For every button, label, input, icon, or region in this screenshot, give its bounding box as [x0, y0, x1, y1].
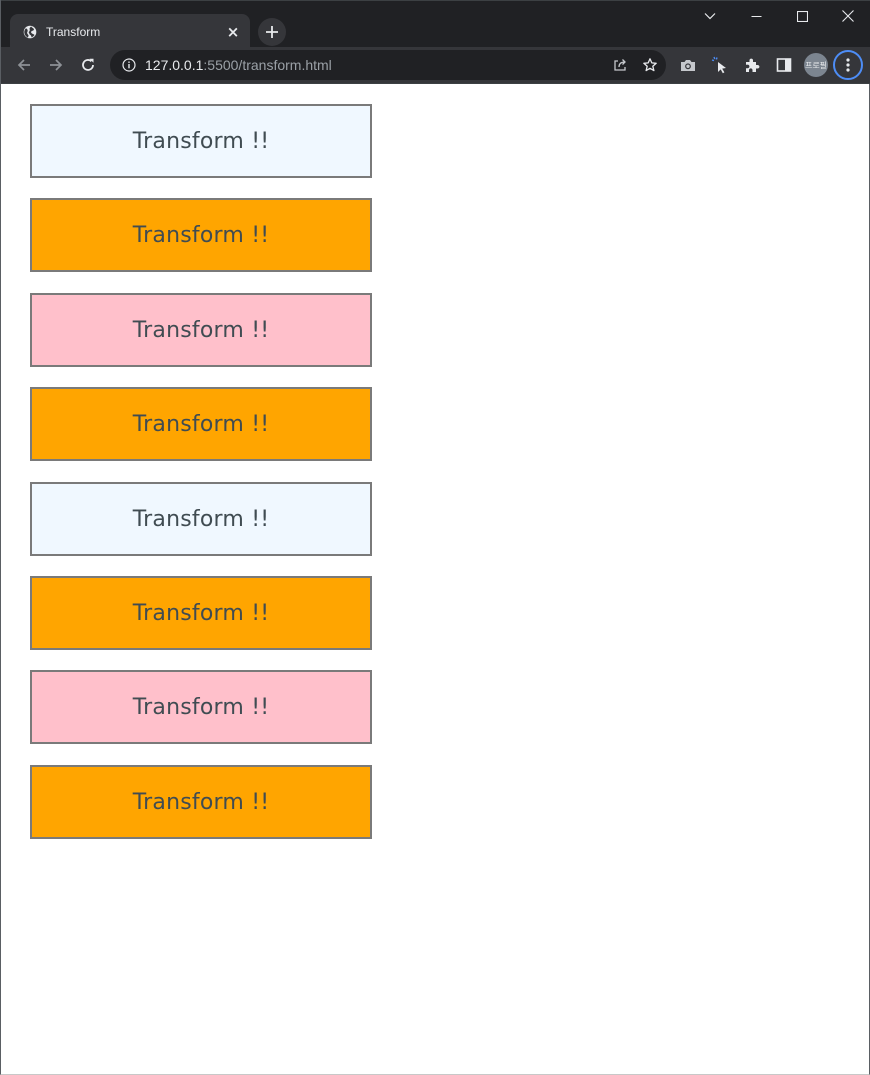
- browser-window: Transform × 127.0.0.1:5500/transform.htm…: [0, 0, 870, 1075]
- arrow-left-icon: [17, 59, 30, 71]
- reload-button[interactable]: [74, 51, 102, 79]
- page-viewport: Transform !! Transform !! Transform !! T…: [1, 84, 869, 1070]
- site-info-icon[interactable]: [121, 57, 137, 73]
- minimize-button[interactable]: [733, 1, 779, 31]
- globe-icon: [22, 24, 38, 40]
- url-host: 127.0.0.1: [145, 57, 204, 73]
- plus-icon: [266, 26, 278, 38]
- kebab-menu-icon: [846, 58, 850, 72]
- browser-tab[interactable]: Transform ×: [10, 14, 250, 49]
- close-window-button[interactable]: [825, 1, 870, 31]
- profile-avatar[interactable]: 프로필: [804, 53, 828, 77]
- url-text: 127.0.0.1:5500/transform.html: [145, 57, 606, 73]
- window-controls: [687, 1, 870, 31]
- transform-box-3: Transform !!: [30, 293, 372, 367]
- bookmark-button[interactable]: [636, 51, 664, 79]
- address-bar[interactable]: 127.0.0.1:5500/transform.html: [110, 50, 666, 80]
- transform-box-7: Transform !!: [30, 670, 372, 744]
- forward-button[interactable]: [42, 51, 70, 79]
- maximize-button[interactable]: [779, 1, 825, 31]
- reload-icon: [82, 58, 94, 71]
- transform-box-8: Transform !!: [30, 765, 372, 839]
- transform-box-6: Transform !!: [30, 576, 372, 650]
- transform-box-2: Transform !!: [30, 198, 372, 272]
- side-panel-icon: [776, 58, 792, 72]
- tab-search-button[interactable]: [687, 1, 733, 31]
- cursor-sparkle-icon: [711, 56, 726, 74]
- share-icon: [614, 59, 626, 71]
- share-button[interactable]: [606, 51, 634, 79]
- transform-box-1: Transform !!: [30, 104, 372, 178]
- chevron-down-icon: [704, 13, 716, 20]
- screenshot-extension-button[interactable]: [675, 52, 701, 78]
- cursor-extension-button[interactable]: [707, 52, 733, 78]
- star-icon: [643, 58, 657, 72]
- transform-box-4: Transform !!: [30, 387, 372, 461]
- arrow-right-icon: [50, 59, 63, 71]
- browser-toolbar: 127.0.0.1:5500/transform.html 프로필: [1, 47, 870, 84]
- browser-menu-button[interactable]: [833, 50, 863, 80]
- profile-label: 프로필: [804, 60, 828, 70]
- back-button[interactable]: [10, 51, 38, 79]
- maximize-icon: [796, 10, 808, 22]
- camera-icon: [681, 60, 695, 71]
- puzzle-icon: [746, 58, 760, 72]
- url-path: :5500/transform.html: [203, 57, 332, 73]
- minimize-icon: [751, 15, 761, 17]
- new-tab-button[interactable]: [258, 18, 286, 46]
- close-icon: [842, 10, 854, 22]
- tab-close-icon[interactable]: ×: [223, 22, 243, 42]
- tab-strip: Transform ×: [1, 0, 870, 49]
- extensions-button[interactable]: [739, 52, 765, 78]
- tab-title: Transform: [46, 24, 101, 39]
- side-panel-button[interactable]: [771, 52, 797, 78]
- transform-box-5: Transform !!: [30, 482, 372, 556]
